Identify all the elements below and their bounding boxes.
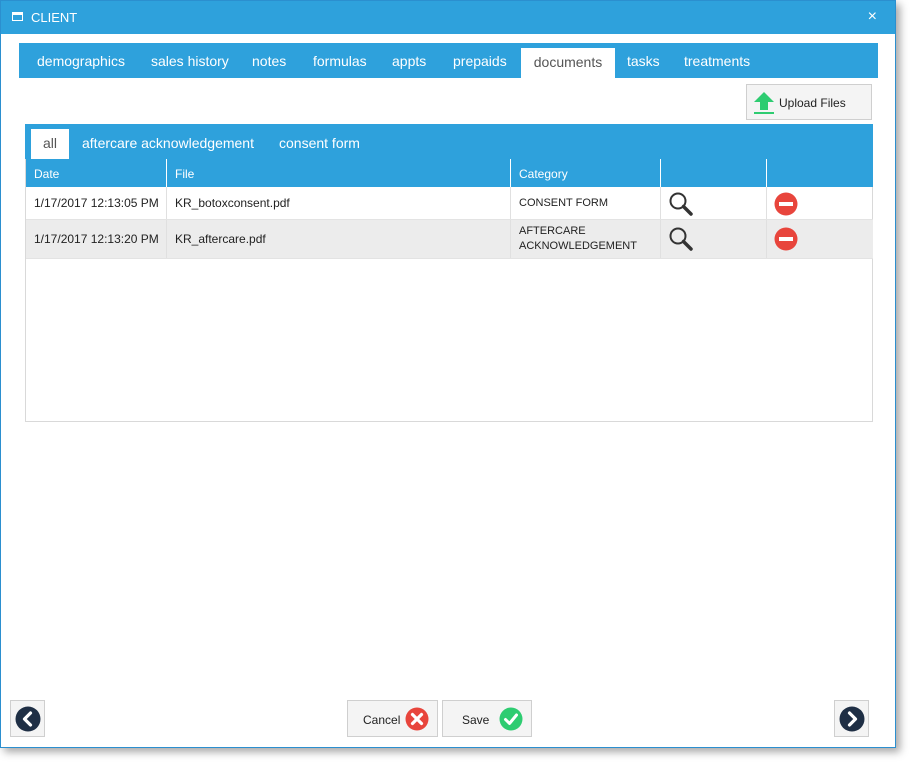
checkmark-icon bbox=[499, 707, 523, 731]
next-button[interactable] bbox=[834, 700, 869, 737]
main-tabs: demographics sales history notes formula… bbox=[19, 43, 878, 78]
subtab-all[interactable]: all bbox=[31, 129, 69, 159]
remove-icon[interactable] bbox=[774, 192, 798, 216]
tab-sales-history[interactable]: sales history bbox=[151, 43, 229, 78]
cancel-button[interactable]: Cancel bbox=[347, 700, 438, 737]
upload-files-label: Upload Files bbox=[779, 96, 846, 110]
subtab-aftercare-acknowledgement[interactable]: aftercare acknowledgement bbox=[82, 124, 254, 159]
tab-treatments[interactable]: treatments bbox=[684, 43, 750, 78]
documents-table: Date File Category 1/17/2017 12:13:05 PM… bbox=[25, 159, 873, 422]
chevron-right-icon bbox=[839, 706, 865, 732]
client-window: CLIENT × demographics sales history note… bbox=[0, 0, 896, 748]
category-text: CONSENT FORM bbox=[519, 196, 609, 209]
file-cell: KR_aftercare.pdf bbox=[167, 220, 511, 258]
upload-arrow-icon bbox=[754, 92, 774, 114]
category-cell: AFTERCARE ACKNOWLEDGEMENT bbox=[511, 220, 661, 258]
view-cell bbox=[661, 220, 767, 258]
window-title: CLIENT bbox=[31, 10, 78, 25]
table-row[interactable]: 1/17/2017 12:13:05 PM KR_botoxconsent.pd… bbox=[26, 187, 873, 220]
column-header-delete bbox=[767, 159, 873, 187]
category-text-line-1: AFTERCARE bbox=[519, 225, 586, 237]
tab-tasks[interactable]: tasks bbox=[627, 43, 660, 78]
category-cell: CONSENT FORM bbox=[511, 187, 661, 219]
cancel-x-icon bbox=[405, 707, 429, 731]
view-cell bbox=[661, 187, 767, 219]
title-bar: CLIENT × bbox=[1, 1, 895, 34]
column-header-category: Category bbox=[511, 159, 661, 187]
previous-button[interactable] bbox=[10, 700, 45, 737]
subtab-consent-form[interactable]: consent form bbox=[279, 124, 360, 159]
tab-formulas[interactable]: formulas bbox=[313, 43, 367, 78]
save-label: Save bbox=[462, 713, 490, 727]
upload-files-button[interactable]: Upload Files bbox=[746, 84, 872, 120]
column-header-view bbox=[661, 159, 767, 187]
remove-icon[interactable] bbox=[774, 227, 798, 251]
column-header-file: File bbox=[167, 159, 511, 187]
save-button[interactable]: Save bbox=[442, 700, 532, 737]
tab-documents[interactable]: documents bbox=[521, 48, 615, 78]
file-cell: KR_botoxconsent.pdf bbox=[167, 187, 511, 219]
delete-cell bbox=[767, 220, 873, 258]
tab-notes[interactable]: notes bbox=[252, 43, 286, 78]
tab-appts[interactable]: appts bbox=[392, 43, 426, 78]
date-cell: 1/17/2017 12:13:20 PM bbox=[26, 220, 167, 258]
column-header-date: Date bbox=[26, 159, 167, 187]
tab-demographics[interactable]: demographics bbox=[37, 43, 125, 78]
cancel-label: Cancel bbox=[363, 713, 401, 727]
window-icon bbox=[12, 12, 23, 21]
date-cell: 1/17/2017 12:13:05 PM bbox=[26, 187, 167, 219]
magnifier-icon[interactable] bbox=[668, 226, 694, 252]
close-button[interactable]: × bbox=[868, 8, 877, 26]
tab-prepaids[interactable]: prepaids bbox=[453, 43, 507, 78]
magnifier-icon[interactable] bbox=[668, 191, 694, 217]
chevron-left-icon bbox=[15, 706, 41, 732]
delete-cell bbox=[767, 187, 873, 219]
table-header: Date File Category bbox=[26, 159, 873, 187]
category-text-line-2: ACKNOWLEDGEMENT bbox=[519, 240, 637, 252]
table-row[interactable]: 1/17/2017 12:13:20 PM KR_aftercare.pdf A… bbox=[26, 220, 873, 259]
document-filter-tabs: all aftercare acknowledgement consent fo… bbox=[25, 124, 873, 159]
